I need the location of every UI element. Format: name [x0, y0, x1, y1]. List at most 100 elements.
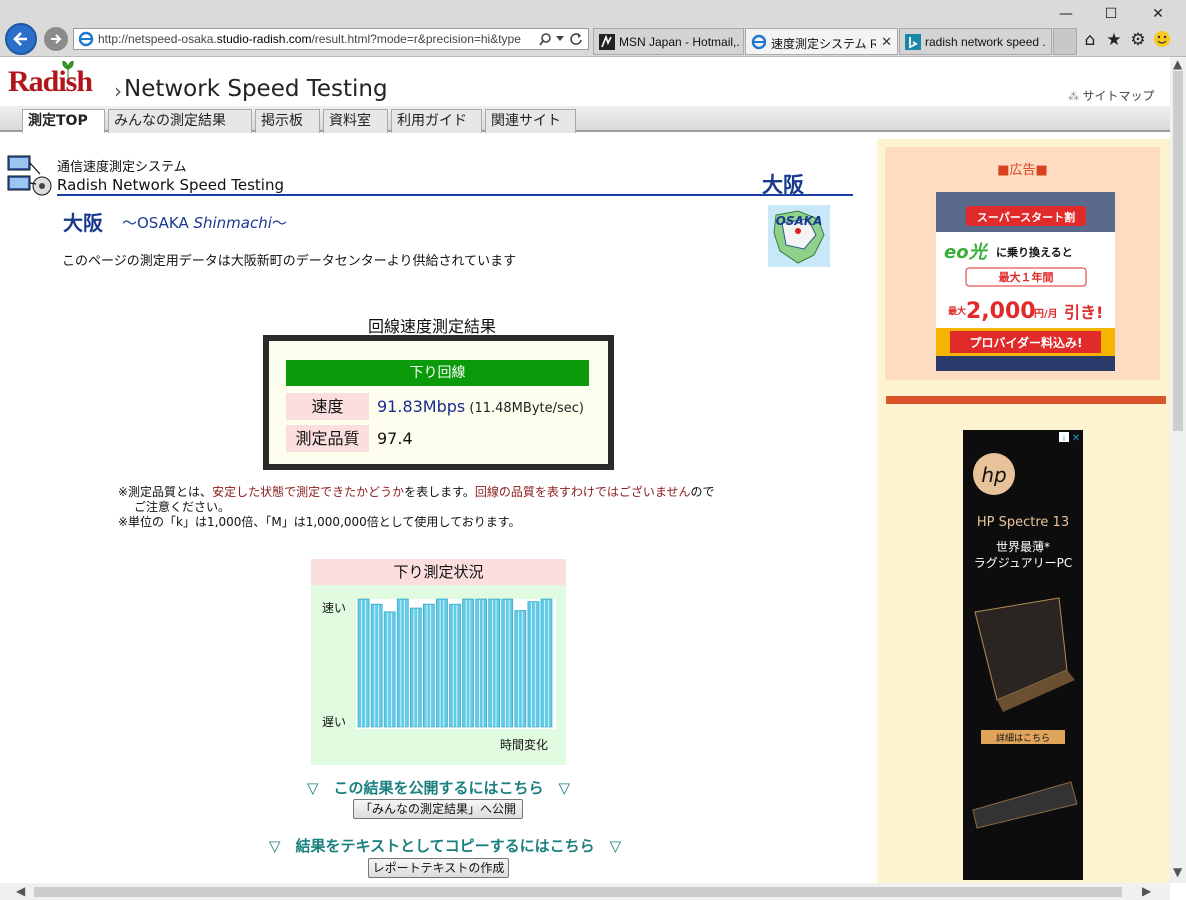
ad-info-icon[interactable]: i: [1063, 434, 1065, 443]
tab-related-sites[interactable]: 関連サイト: [485, 109, 576, 133]
gear-icon[interactable]: ⚙: [1128, 30, 1148, 50]
speed-value: 91.83Mbps (11.48MByte/sec): [377, 397, 584, 416]
ie-page-icon: [751, 34, 767, 50]
scroll-down-icon[interactable]: ▼: [1173, 865, 1182, 879]
chart-bar-8: [462, 598, 474, 728]
tab-everyone-results[interactable]: みんなの測定結果: [108, 109, 252, 133]
address-bar[interactable]: http://netspeed-osaka.studio-radish.com/…: [73, 28, 589, 50]
tab-bbs[interactable]: 掲示板: [255, 109, 320, 133]
tab-label: radish network speed ...: [925, 35, 1045, 49]
smiley-feedback-icon[interactable]: [1152, 30, 1172, 50]
ad1-line4-post: 引き!: [1064, 303, 1103, 322]
ad2-cta: 詳細はこちら: [996, 732, 1050, 744]
quality-note-cont: ご注意ください。: [134, 500, 231, 514]
chart-bar-9: [475, 598, 488, 728]
publish-cta: ▽ この結果を公開するにはこちら ▽: [307, 779, 571, 797]
toolbar-icons: ⌂ ★ ⚙: [1080, 28, 1180, 50]
scroll-right-icon[interactable]: ▶: [1142, 884, 1151, 898]
map-label: OSAKA: [776, 214, 823, 228]
radish-logo[interactable]: Radish: [8, 65, 93, 99]
system-label: 通信速度測定システム: [57, 160, 187, 175]
system-name: Radish Network Speed Testing: [57, 176, 284, 194]
sidebar: ■広告■ スーパースタート割 eo光 に乗り換えると 最大１年間 最大 2,00…: [877, 139, 1170, 883]
network-computers-icon: [7, 155, 52, 196]
tab-msn[interactable]: MSN Japan - Hotmail,...: [593, 28, 744, 55]
chart-label-slow: 遅い: [322, 715, 346, 729]
chevron-down-icon[interactable]: [556, 36, 564, 42]
osaka-map-image: OSAKA: [768, 205, 830, 267]
minimize-icon[interactable]: —: [1046, 3, 1086, 25]
address-text[interactable]: http://netspeed-osaka.studio-radish.com/…: [98, 32, 528, 46]
window-controls: — ☐ ✕: [1046, 3, 1186, 25]
tab-guide[interactable]: 利用ガイド: [391, 109, 482, 133]
close-window-icon[interactable]: ✕: [1138, 3, 1178, 25]
chart-bars: [357, 598, 553, 728]
main-nav: 測定TOP みんなの測定結果 掲示板 資料室 利用ガイド 関連サイト: [0, 106, 1170, 133]
chart-bar-6: [436, 598, 448, 728]
sitemap-link[interactable]: ⁂ サイトマップ: [1068, 87, 1155, 104]
new-tab-button[interactable]: [1053, 28, 1077, 55]
chart-bar-14: [540, 598, 553, 728]
ad1-line2: に乗り換えると: [996, 245, 1073, 259]
ad1-line5: プロバイダー料込み!: [970, 335, 1083, 350]
horizontal-scroll-thumb[interactable]: [34, 887, 1122, 897]
sidebar-divider: [886, 396, 1166, 404]
tab-label: 速度測定システム Ra...: [771, 37, 876, 51]
status-header: 下り測定状況: [311, 559, 566, 585]
chart-label-time: 時間変化: [500, 737, 548, 752]
chart-bar-11: [501, 598, 514, 728]
title-chevron-icon: ›: [114, 79, 122, 103]
scroll-up-icon[interactable]: ▲: [1173, 57, 1182, 71]
ad-label: ■広告■: [997, 163, 1048, 178]
chart-bar-5: [423, 603, 435, 728]
chart-bar-13: [527, 601, 540, 728]
ad-close-icon[interactable]: ✕: [1072, 433, 1080, 444]
home-icon[interactable]: ⌂: [1080, 30, 1100, 50]
hp-spectre-ad-banner[interactable]: i ✕ hp HP Spectre 13 世界最薄* ラグジュアリーPC 詳細は…: [963, 430, 1083, 880]
maximize-icon[interactable]: ☐: [1091, 3, 1131, 25]
refresh-icon[interactable]: [569, 32, 583, 46]
vertical-scroll-thumb[interactable]: [1173, 71, 1183, 431]
scroll-left-icon[interactable]: ◀: [16, 884, 25, 898]
publish-results-button[interactable]: 「みんなの測定結果」へ公開: [353, 799, 523, 819]
copy-text-cta: ▽ 結果をテキストとしてコピーするにはこちら ▽: [269, 837, 622, 855]
tab-library[interactable]: 資料室: [323, 109, 388, 133]
bing-icon: [905, 34, 921, 50]
radish-leaf-icon: [62, 61, 74, 79]
ad1-line1: スーパースタート割: [977, 210, 1075, 224]
ad1-brand: eo光: [944, 242, 989, 263]
tab-measure-top[interactable]: 測定TOP: [22, 109, 105, 133]
chart-bar-10: [488, 598, 501, 728]
chart-bar-3: [396, 598, 409, 728]
favorites-star-icon[interactable]: ★: [1104, 30, 1124, 50]
result-panel: 下り回線 速度 91.83Mbps (11.48MByte/sec) 測定品質 …: [263, 335, 614, 470]
result-caption: 回線速度測定結果: [368, 317, 497, 336]
ad2-tag2: ラグジュアリーPC: [974, 556, 1073, 570]
download-status-panel: 下り測定状況 速い 遅い 時間変化: [311, 559, 566, 765]
vertical-scrollbar[interactable]: ▲ ▼: [1170, 57, 1186, 883]
title-divider: [57, 194, 853, 196]
tab-speed-test[interactable]: 速度測定システム Ra... ✕: [745, 28, 898, 55]
back-button[interactable]: [5, 23, 37, 55]
result-notes: ※測定品質とは、安定した状態で測定できたかどうかを表します。回線の品質を表すわけ…: [118, 485, 808, 530]
eo-hikari-ad-banner[interactable]: スーパースタート割 eo光 に乗り換えると 最大１年間 最大 2,000 円/月…: [936, 192, 1115, 371]
create-report-button[interactable]: レポートテキストの作成: [368, 858, 509, 878]
chart-bar-1: [370, 603, 383, 728]
quality-label: 測定品質: [286, 425, 369, 452]
tab-bing[interactable]: radish network speed ...: [899, 28, 1052, 55]
forward-button[interactable]: [44, 27, 68, 51]
browser-chrome: http://netspeed-osaka.studio-radish.com/…: [0, 0, 1186, 57]
downlink-header: 下り回線: [286, 360, 589, 386]
city-title: 大阪: [63, 211, 103, 235]
ad1-amount: 2,000: [966, 299, 1036, 324]
horizontal-scrollbar[interactable]: ◀ ▶: [0, 883, 1170, 900]
chart-label-fast: 速い: [322, 601, 346, 615]
search-icon[interactable]: [538, 32, 552, 46]
ad1-unit: 円/月: [1034, 308, 1058, 320]
close-icon[interactable]: ✕: [881, 34, 892, 50]
tab-label: MSN Japan - Hotmail,...: [619, 35, 739, 49]
page-viewport: Radish › Network Speed Testing ⁂ サイトマップ …: [0, 57, 1170, 883]
ad-box: ■広告■ スーパースタート割 eo光 に乗り換えると 最大１年間 最大 2,00…: [885, 147, 1160, 380]
ad2-tag1: 世界最薄*: [996, 539, 1050, 554]
hp-logo: hp: [981, 463, 1006, 487]
